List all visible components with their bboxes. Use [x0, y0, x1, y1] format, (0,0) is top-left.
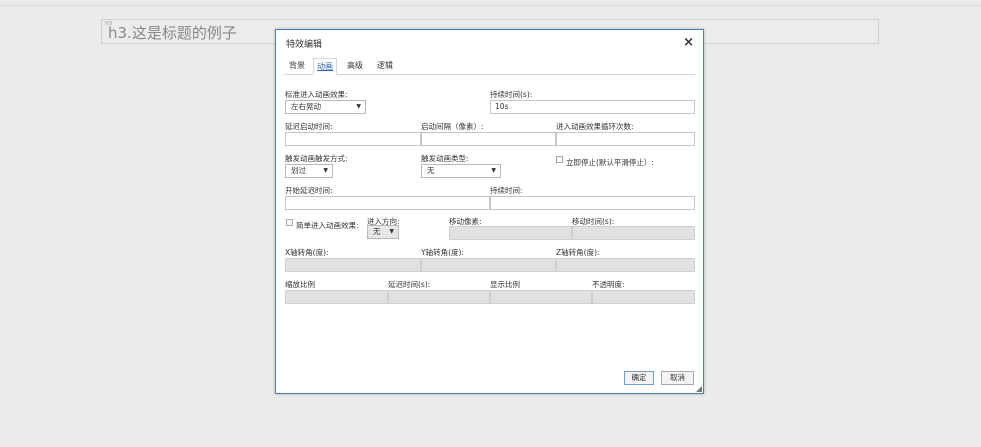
interval-input[interactable]: [421, 132, 556, 146]
loop-label: 进入动画效果循环次数:: [556, 122, 634, 131]
std-effect-select[interactable]: 左右晃动 ▼: [285, 100, 366, 114]
opacity-input[interactable]: [592, 290, 695, 304]
trigger-type-select[interactable]: 无 ▼: [421, 164, 501, 178]
stop-label: 立即停止(默认平滑停止）:: [566, 158, 654, 167]
trigger-mode-value: 划过: [291, 166, 306, 175]
start-delay-input[interactable]: [285, 196, 490, 210]
duration2-input[interactable]: [490, 196, 695, 210]
heading-text: h3.这是标题的例子: [108, 24, 237, 42]
simple-effect-label: 简单进入动画效果:: [296, 221, 359, 230]
chevron-down-icon: ▼: [389, 228, 394, 235]
y-rotation-label: Y轴转角(度):: [421, 248, 464, 257]
move-px-input[interactable]: [449, 226, 572, 240]
chevron-down-icon: ▼: [491, 167, 496, 174]
simple-effect-checkbox[interactable]: [286, 219, 293, 226]
std-effect-label: 标准进入动画效果:: [285, 90, 348, 99]
scale-label: 缩放比例: [285, 280, 315, 289]
resize-handle-icon[interactable]: [696, 386, 702, 392]
duration-value: 10s: [495, 102, 509, 111]
std-effect-value: 左右晃动: [291, 102, 321, 111]
tab-background[interactable]: 背景: [286, 58, 308, 73]
delay-input[interactable]: [285, 132, 421, 146]
duration2-label: 持续时间:: [490, 186, 523, 195]
move-time-input[interactable]: [572, 226, 695, 240]
tab-advanced[interactable]: 高级: [344, 58, 366, 73]
x-rotation-input[interactable]: [285, 258, 421, 272]
z-rotation-label: Z轴转角(度):: [556, 248, 600, 257]
close-icon[interactable]: ×: [683, 35, 694, 50]
ok-button[interactable]: 确定: [624, 371, 654, 385]
cancel-button[interactable]: 取消: [661, 371, 694, 385]
interval-label: 启动间隔（像素）:: [421, 122, 484, 131]
loop-input[interactable]: [556, 132, 695, 146]
delay-time-input[interactable]: [388, 290, 490, 304]
duration-input[interactable]: 10s: [490, 100, 695, 114]
direction-value: 无: [373, 227, 381, 236]
stop-checkbox[interactable]: [556, 156, 563, 163]
delay-time-label: 延迟时间(s):: [388, 280, 431, 289]
trigger-mode-label: 触发动画触发方式:: [285, 154, 348, 163]
tab-animation[interactable]: 动画: [313, 58, 337, 75]
z-rotation-input[interactable]: [556, 258, 695, 272]
dialog-title: 特效编辑: [286, 40, 323, 50]
trigger-type-value: 无: [427, 166, 435, 175]
delay-label: 延迟启动时间:: [285, 122, 333, 131]
effect-edit-dialog: 特效编辑 × 背景 动画 高级 逻辑 标准进入动画效果: 左右晃动 ▼ 持续时间…: [275, 29, 704, 394]
chevron-down-icon: ▼: [356, 103, 361, 110]
trigger-mode-select[interactable]: 划过 ▼: [285, 164, 333, 178]
opacity-label: 不透明度:: [592, 280, 625, 289]
y-rotation-input[interactable]: [421, 258, 556, 272]
display-ratio-input[interactable]: [490, 290, 592, 304]
scale-input[interactable]: [285, 290, 388, 304]
tab-bar: 背景 动画 高级 逻辑: [284, 58, 695, 75]
duration-label: 持续时间(s):: [490, 90, 533, 99]
trigger-type-label: 触发动画类型:: [421, 154, 469, 163]
start-delay-label: 开始延迟时间:: [285, 186, 333, 195]
display-ratio-label: 显示比例: [490, 280, 520, 289]
direction-select[interactable]: 无 ▼: [367, 225, 399, 239]
tab-logic[interactable]: 逻辑: [374, 58, 396, 73]
top-divider: [0, 5, 981, 6]
x-rotation-label: X轴转角(度):: [285, 248, 329, 257]
chevron-down-icon: ▼: [323, 167, 328, 174]
